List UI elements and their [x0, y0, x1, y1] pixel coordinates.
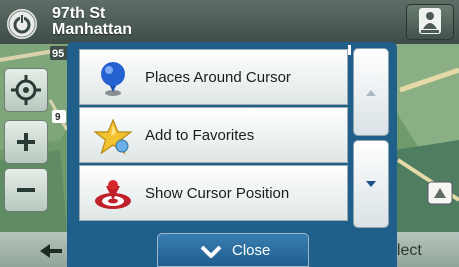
- menu-item-label: Places Around Cursor: [145, 69, 291, 86]
- svg-text:95: 95: [52, 48, 64, 60]
- locate-crosshair-icon: [11, 75, 41, 105]
- context-menu-list: Places Around Cursor Add to Favorites Sh…: [79, 47, 348, 228]
- current-street: 97th St Manhattan: [52, 6, 132, 38]
- chevron-down-icon: [200, 245, 222, 258]
- target-icon: [95, 180, 131, 209]
- zoom-in-button[interactable]: [4, 120, 48, 164]
- menu-item-label: Show Cursor Position: [145, 185, 290, 202]
- back-logo-icon[interactable]: [7, 9, 37, 39]
- street-name: 97th St: [52, 5, 106, 22]
- blue-pin-icon: [101, 62, 125, 96]
- arrow-left-icon[interactable]: [36, 241, 66, 261]
- zoom-in-icon: [17, 133, 35, 151]
- close-button-label: Close: [232, 242, 271, 259]
- locate-button[interactable]: [4, 68, 48, 112]
- borough-name: Manhattan: [52, 21, 132, 38]
- close-button[interactable]: Close: [157, 233, 309, 267]
- navigation-screen: 95 9 97th St Manhattan elect Places Arou…: [0, 0, 459, 267]
- road-shield-9: 9: [52, 110, 66, 123]
- menu-item-label: Add to Favorites: [145, 127, 255, 144]
- scroll-up-button[interactable]: [353, 48, 389, 136]
- menu-item-show-cursor-position[interactable]: Show Cursor Position: [79, 165, 348, 221]
- star-icon: [93, 118, 133, 155]
- map-direction-marker: [427, 181, 453, 205]
- person-icon: [419, 8, 441, 34]
- menu-item-add-to-favorites[interactable]: Add to Favorites: [79, 107, 348, 163]
- scroll-position-indicator: [348, 45, 351, 55]
- scroll-down-icon: [366, 181, 376, 187]
- menu-item-places-around-cursor[interactable]: Places Around Cursor: [79, 49, 348, 105]
- person-button[interactable]: [406, 4, 454, 40]
- svg-text:9: 9: [55, 112, 61, 123]
- scroll-down-button[interactable]: [353, 140, 389, 228]
- scroll-up-icon: [366, 90, 376, 96]
- zoom-out-icon: [17, 188, 35, 192]
- zoom-out-button[interactable]: [4, 168, 48, 212]
